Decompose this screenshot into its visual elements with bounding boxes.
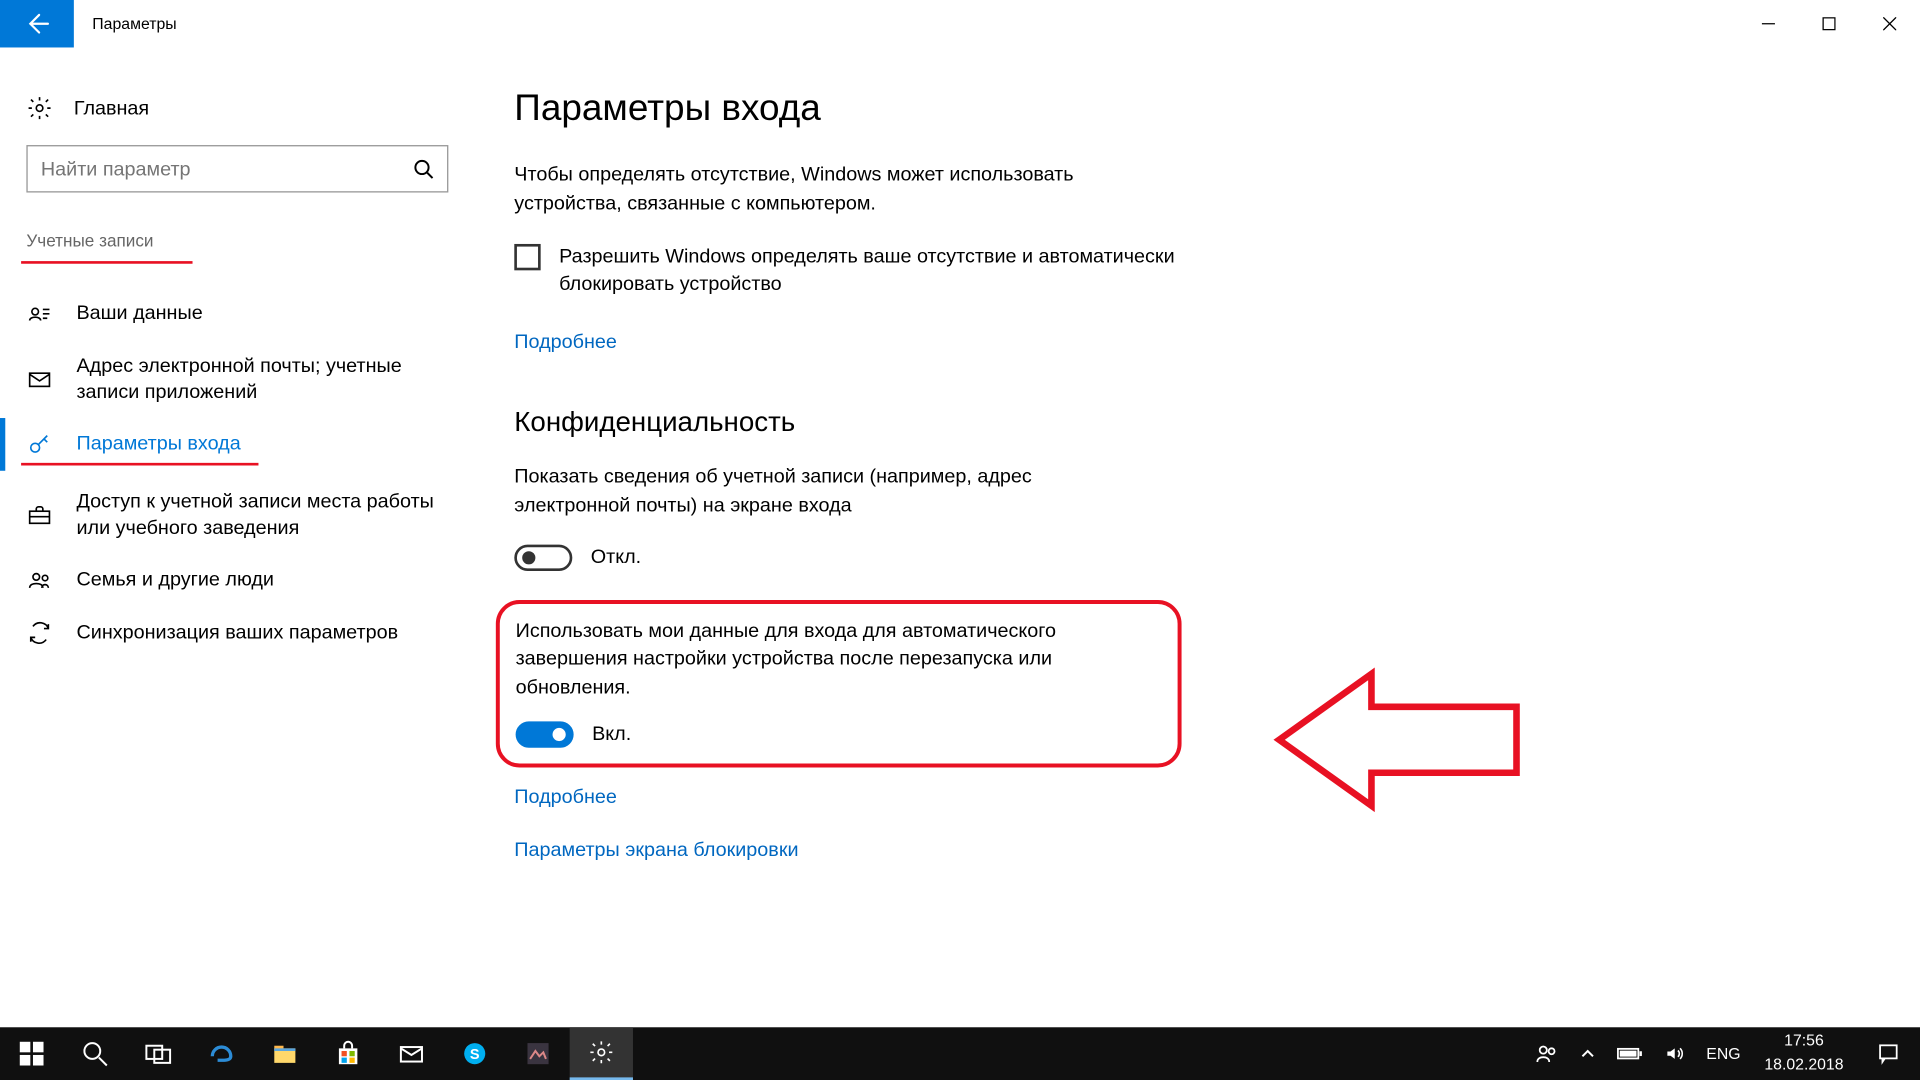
settings-sidebar: Главная Учетные записи Ваши данные Адрес… [0, 47, 475, 1027]
taskbar-app-mail[interactable] [380, 1027, 443, 1080]
person-card-icon [26, 301, 52, 327]
sidebar-item-email-accounts[interactable]: Адрес электронной почты; учетные записи … [0, 340, 475, 418]
tray-people-icon[interactable] [1524, 1027, 1569, 1080]
search-input[interactable] [41, 158, 413, 180]
window-title: Параметры [74, 0, 195, 47]
learn-more-link-2[interactable]: Подробнее [514, 786, 617, 808]
tray-date: 18.02.2018 [1764, 1056, 1843, 1074]
search-icon [413, 158, 434, 179]
sidebar-item-label: Адрес электронной почты; учетные записи … [76, 353, 448, 404]
sidebar-item-label: Доступ к учетной записи места работы или… [76, 489, 448, 540]
back-button[interactable] [0, 0, 74, 47]
window-close-button[interactable] [1859, 0, 1920, 47]
privacy-heading: Конфиденциальность [514, 407, 1880, 439]
sidebar-item-label: Ваши данные [76, 301, 202, 327]
checkbox-label: Разрешить Windows определять ваше отсутс… [559, 242, 1192, 299]
toggle-state-label: Вкл. [592, 723, 631, 745]
sidebar-home[interactable]: Главная [0, 87, 475, 145]
learn-more-link[interactable]: Подробнее [514, 331, 617, 353]
key-icon [26, 431, 52, 457]
taskbar: S ENG 17:56 18.02.2018 [0, 1027, 1920, 1080]
tray-clock[interactable]: 17:56 18.02.2018 [1751, 1027, 1857, 1080]
privacy-description: Показать сведения об учетной записи (нап… [514, 463, 1147, 520]
search-box[interactable] [26, 145, 448, 192]
toggle-state-label: Откл. [591, 546, 641, 568]
taskbar-app-generic[interactable] [506, 1027, 569, 1080]
sidebar-item-sync[interactable]: Синхронизация ваших параметров [0, 607, 475, 660]
annotation-underline [21, 261, 192, 264]
annotation-highlight-box: Использовать мои данные для входа для ав… [496, 599, 1182, 767]
sidebar-item-signin-options[interactable]: Параметры входа [0, 418, 475, 471]
window-titlebar: Параметры [0, 0, 1920, 47]
sidebar-category-label: Учетные записи [0, 231, 180, 259]
use-signin-description: Использовать мои данные для входа для ав… [516, 616, 1149, 702]
tray-action-center-icon[interactable] [1857, 1027, 1920, 1080]
gear-icon [26, 95, 52, 121]
taskbar-search-button[interactable] [63, 1027, 126, 1080]
page-heading: Параметры входа [514, 87, 1880, 129]
taskbar-app-store[interactable] [316, 1027, 379, 1080]
tray-language-indicator[interactable]: ENG [1696, 1027, 1751, 1080]
briefcase-icon [26, 502, 52, 528]
tray-time: 17:56 [1784, 1033, 1824, 1051]
window-minimize-button[interactable] [1738, 0, 1799, 47]
use-signin-toggle[interactable] [516, 721, 574, 747]
sidebar-item-your-info[interactable]: Ваши данные [0, 287, 475, 340]
sidebar-item-work-access[interactable]: Доступ к учетной записи места работы или… [0, 476, 475, 554]
mail-icon [26, 366, 52, 392]
annotation-arrow [1266, 654, 1530, 832]
start-button[interactable] [0, 1027, 63, 1080]
svg-text:S: S [470, 1047, 480, 1063]
show-account-toggle[interactable] [514, 544, 572, 570]
sidebar-item-label: Семья и другие люди [76, 567, 273, 593]
taskbar-app-settings[interactable] [570, 1027, 633, 1080]
sidebar-item-family[interactable]: Семья и другие люди [0, 554, 475, 607]
window-maximize-button[interactable] [1799, 0, 1860, 47]
sync-icon [26, 620, 52, 646]
sidebar-item-label: Параметры входа [76, 432, 240, 458]
lockscreen-settings-link[interactable]: Параметры экрана блокировки [514, 838, 798, 860]
main-content: Параметры входа Чтобы определять отсутст… [475, 47, 1920, 1027]
task-view-button[interactable] [127, 1027, 190, 1080]
tray-battery-icon[interactable] [1606, 1027, 1653, 1080]
presence-description: Чтобы определять отсутствие, Windows мож… [514, 161, 1147, 218]
sidebar-item-label: Синхронизация ваших параметров [76, 620, 398, 646]
tray-chevron-up-icon[interactable] [1569, 1027, 1606, 1080]
taskbar-app-explorer[interactable] [253, 1027, 316, 1080]
people-icon [26, 567, 52, 593]
sidebar-home-label: Главная [74, 97, 149, 119]
taskbar-app-skype[interactable]: S [443, 1027, 506, 1080]
tray-volume-icon[interactable] [1654, 1027, 1696, 1080]
allow-presence-checkbox[interactable] [514, 243, 540, 269]
taskbar-app-edge[interactable] [190, 1027, 253, 1080]
